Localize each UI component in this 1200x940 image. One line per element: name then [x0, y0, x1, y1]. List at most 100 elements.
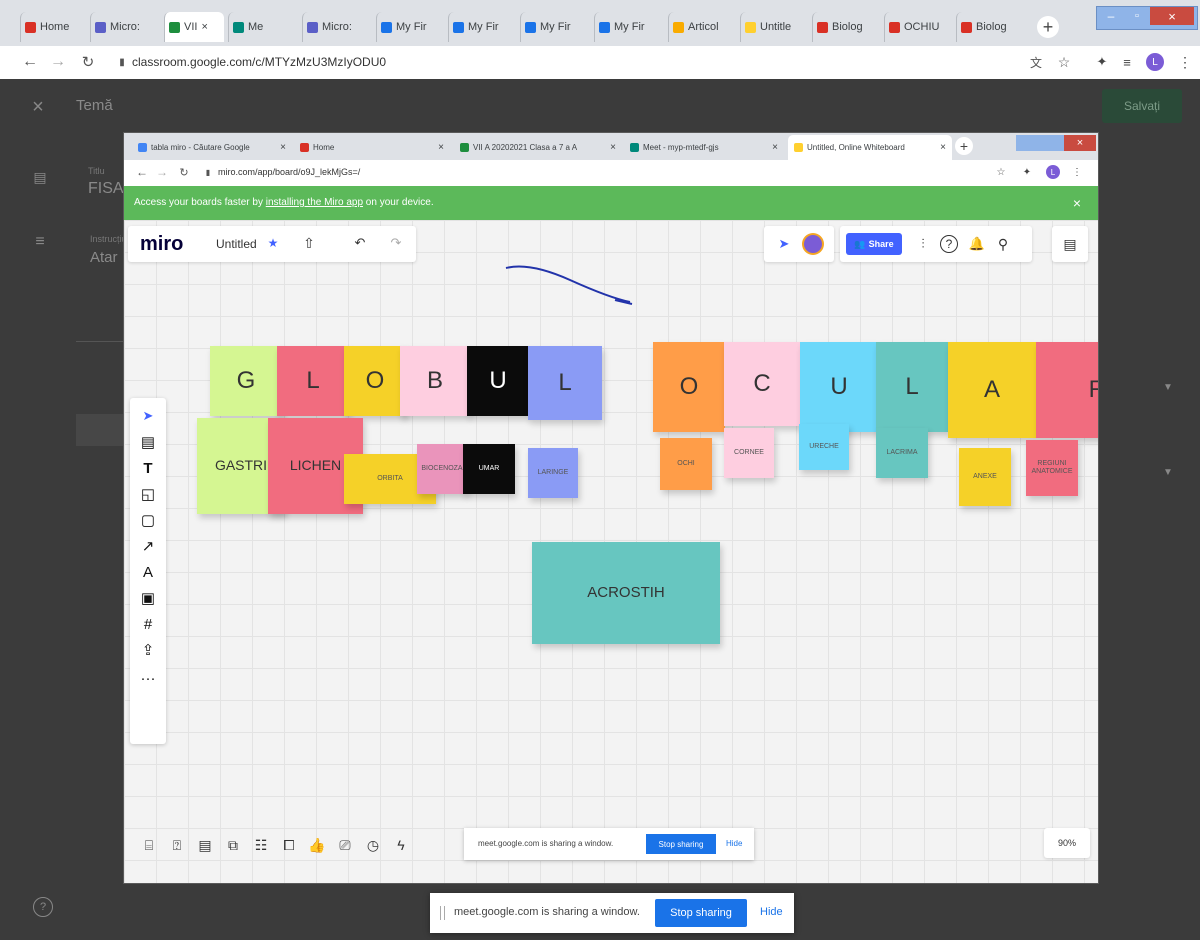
sticky-note-regiuni-anatomice[interactable]: REGIUNI ANATOMICE: [1026, 440, 1078, 496]
reading-list-icon[interactable]: ≡: [1118, 53, 1136, 71]
voting-icon[interactable]: 👍: [306, 834, 328, 856]
outer-tab[interactable]: Me: [228, 12, 298, 42]
share-button[interactable]: 👥 Share: [846, 233, 902, 255]
drag-handle[interactable]: [440, 906, 445, 920]
shape-tool-icon[interactable]: ▢: [136, 508, 160, 532]
sticky-note-lacrima[interactable]: LACRIMA: [876, 428, 928, 478]
cards-icon[interactable]: ⧉: [222, 834, 244, 856]
sticky-note-o[interactable]: O: [344, 346, 406, 416]
star-icon[interactable]: ☆: [1055, 53, 1073, 71]
expand-icon[interactable]: ▼: [1160, 464, 1176, 480]
sticky-note-anexe[interactable]: ANEXE: [959, 448, 1011, 506]
upload-tool-icon[interactable]: ⇪: [136, 638, 160, 662]
outer-tab[interactable]: Biolog: [956, 12, 1024, 42]
freehand-pen-stroke[interactable]: [500, 258, 660, 313]
templates-tool-icon[interactable]: ▤: [136, 430, 160, 454]
kanban-icon[interactable]: ☷: [250, 834, 272, 856]
reload-icon[interactable]: ↻: [176, 164, 192, 180]
outer-tab[interactable]: My Fir: [448, 12, 518, 42]
cursor-icon[interactable]: ➤: [776, 236, 792, 252]
sticky-note-ochi[interactable]: OCHI: [660, 438, 712, 490]
collaborator-avatar[interactable]: [804, 235, 822, 253]
frame-tool-icon[interactable]: #: [136, 612, 160, 636]
outer-tab[interactable]: Micro:: [302, 12, 372, 42]
chat-icon[interactable]: ▤: [194, 834, 216, 856]
stop-sharing-button[interactable]: Stop sharing: [655, 899, 747, 927]
sticky-note-cornee[interactable]: CORNEE: [724, 428, 774, 478]
instructions-field-value[interactable]: Atar: [90, 249, 118, 266]
miro-board-canvas[interactable]: miro Untitled ★ ⇧ ↶ ↷ ➤ 👥 Share ⫶ ? 🔔 ⚲ ▤: [124, 220, 1098, 883]
star-icon[interactable]: ★: [266, 236, 280, 250]
close-window-icon[interactable]: ×: [1064, 135, 1096, 151]
timer-icon[interactable]: ◷: [362, 834, 384, 856]
sticky-note-umar[interactable]: UMAR: [463, 444, 515, 494]
inner-tab[interactable]: Meet - myp-mtedf-gjs ×: [624, 135, 784, 160]
sticky-note-l2[interactable]: L: [528, 346, 602, 420]
outer-url[interactable]: classroom.google.com/c/MTYzMzU3MzIyODU0: [132, 55, 386, 69]
star-icon[interactable]: ☆: [994, 164, 1008, 180]
outer-tab[interactable]: VII ×: [164, 12, 224, 42]
hide-button[interactable]: Hide: [760, 906, 783, 918]
outer-tab[interactable]: Micro:: [90, 12, 160, 42]
undo-icon[interactable]: ↶: [352, 235, 368, 251]
outer-tab[interactable]: Articol: [668, 12, 736, 42]
menu-icon[interactable]: ⋮: [1178, 53, 1192, 71]
comment-tool-icon[interactable]: ▣: [136, 586, 160, 610]
close-window-icon[interactable]: ×: [1150, 7, 1194, 25]
outer-tab[interactable]: Biolog: [812, 12, 880, 42]
extensions-icon[interactable]: ✦: [1093, 53, 1111, 71]
close-tab-icon[interactable]: ×: [201, 21, 207, 33]
maximize-icon[interactable]: ▫: [1126, 7, 1148, 25]
sticky-note-acrostih[interactable]: ACROSTIH: [532, 542, 720, 644]
frames-icon[interactable]: ⌸: [138, 834, 160, 856]
settings-icon[interactable]: ⫶: [914, 235, 932, 253]
profile-avatar[interactable]: L: [1146, 53, 1164, 71]
sticky-note-r[interactable]: R: [1036, 342, 1098, 438]
sticky-note-l[interactable]: L: [277, 346, 349, 416]
presentation-icon[interactable]: ⎚: [334, 834, 356, 856]
translate-icon[interactable]: 文: [1027, 53, 1045, 71]
outer-tab[interactable]: My Fir: [376, 12, 446, 42]
screen-share-icon[interactable]: ⧠: [278, 834, 300, 856]
sticky-note-c[interactable]: C: [724, 342, 800, 426]
new-tab-icon[interactable]: +: [1037, 16, 1059, 38]
sticky-note-l3[interactable]: L: [876, 342, 948, 432]
sticky-note-b[interactable]: B: [400, 346, 470, 416]
stop-sharing-button[interactable]: Stop sharing: [646, 834, 716, 854]
sticky-note-o2[interactable]: O: [653, 342, 725, 432]
sticky-note-laringe[interactable]: LARINGE: [528, 448, 578, 498]
close-icon[interactable]: ×: [28, 96, 48, 118]
inner-tab[interactable]: Home ×: [294, 135, 450, 160]
connection-line-tool-icon[interactable]: ↗: [136, 534, 160, 558]
redo-icon[interactable]: ↷: [388, 235, 404, 251]
forward-icon[interactable]: →: [48, 52, 68, 72]
outer-tab[interactable]: My Fir: [520, 12, 590, 42]
zoom-level[interactable]: 90%: [1044, 828, 1090, 858]
close-banner-icon[interactable]: ×: [1069, 195, 1085, 211]
close-tab-icon[interactable]: ×: [940, 142, 946, 153]
bell-icon[interactable]: 🔔: [968, 235, 986, 253]
comments-icon[interactable]: ⍰: [166, 834, 188, 856]
select-tool-icon[interactable]: ➤: [136, 404, 160, 428]
inner-tab[interactable]: VII A 20202021 Clasa a 7 a A ×: [454, 135, 622, 160]
sticky-note-a[interactable]: A: [948, 342, 1036, 438]
sticky-note-biocenoza[interactable]: BIOCENOZA: [417, 444, 467, 494]
inner-tab[interactable]: tabla miro - Căutare Google ×: [132, 135, 292, 160]
outer-tab[interactable]: Untitle: [740, 12, 808, 42]
miro-logo[interactable]: miro: [140, 233, 183, 256]
text-tool-icon[interactable]: T: [136, 456, 160, 480]
outer-tab[interactable]: Home: [20, 12, 88, 42]
reload-icon[interactable]: ↻: [78, 52, 98, 72]
install-link[interactable]: installing the Miro app: [266, 197, 363, 208]
menu-icon[interactable]: ⋮: [1072, 164, 1082, 180]
close-tab-icon[interactable]: ×: [772, 142, 778, 153]
pen-tool-icon[interactable]: A: [136, 560, 160, 584]
minimize-icon[interactable]: –: [1100, 7, 1122, 25]
inner-tab[interactable]: Untitled, Online Whiteboard ×: [788, 135, 952, 160]
board-name[interactable]: Untitled: [216, 237, 257, 251]
expand-icon[interactable]: ▼: [1160, 379, 1176, 395]
sticky-note-u[interactable]: U: [467, 346, 529, 416]
back-icon[interactable]: ←: [20, 52, 40, 72]
close-tab-icon[interactable]: ×: [610, 142, 616, 153]
extensions-icon[interactable]: ✦: [1020, 164, 1034, 180]
